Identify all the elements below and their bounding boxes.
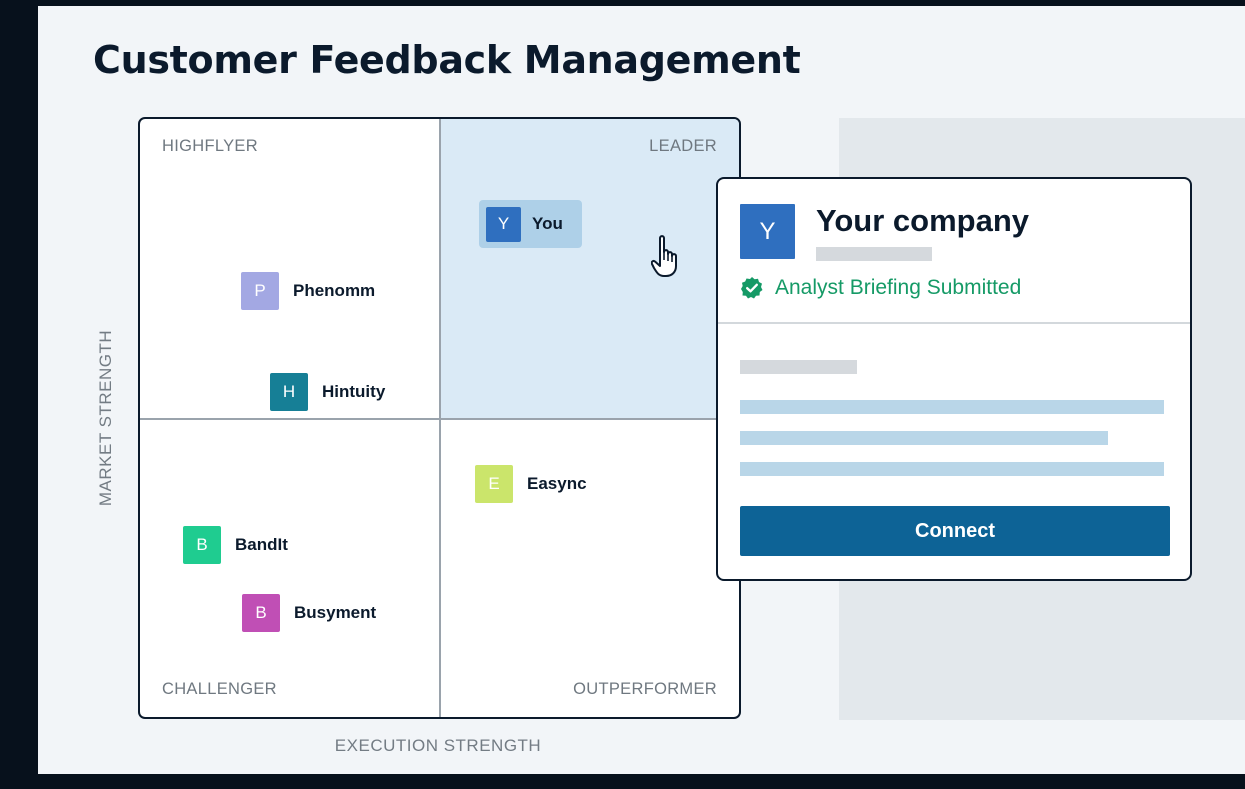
text-line-placeholder	[740, 400, 1164, 414]
company-card: Y Your company Analyst Briefing Submitte…	[716, 177, 1192, 581]
quadrant-label-outperformer: OUTPERFORMER	[573, 680, 717, 698]
status-text: Analyst Briefing Submitted	[775, 276, 1022, 299]
vendor-badge: P	[241, 272, 279, 310]
quadrant-label-highflyer: HIGHFLYER	[162, 137, 258, 155]
quadrant-outperformer	[440, 418, 740, 717]
vendor-badge: H	[270, 373, 308, 411]
horizontal-divider	[140, 418, 739, 420]
vendor-you-chip[interactable]: Y You	[479, 200, 582, 248]
canvas: Customer Feedback Management MARKET STRE…	[38, 6, 1245, 774]
vendor-name: Busyment	[294, 603, 377, 622]
vendor-badge: E	[475, 465, 513, 503]
verified-check-icon	[741, 277, 763, 299]
connect-button[interactable]: Connect	[740, 506, 1170, 556]
briefing-status: Analyst Briefing Submitted	[740, 276, 1021, 300]
quadrant-label-challenger: CHALLENGER	[162, 680, 277, 698]
hand-pointer-icon	[651, 235, 677, 277]
vendor-bandit[interactable]: B BandIt	[183, 526, 288, 564]
vendor-name: BandIt	[235, 535, 288, 554]
card-divider	[718, 322, 1190, 324]
vendor-name: Hintuity	[322, 382, 386, 401]
quadrant-grid: HIGHFLYER LEADER CHALLENGER OUTPERFORMER…	[138, 117, 741, 719]
vendor-easync[interactable]: E Easync	[475, 465, 587, 503]
vendor-hintuity[interactable]: H Hintuity	[270, 373, 385, 411]
text-line-placeholder	[740, 431, 1108, 445]
vendor-busyment[interactable]: B Busyment	[242, 594, 376, 632]
text-line-placeholder	[740, 462, 1164, 476]
x-axis-label: EXECUTION STRENGTH	[334, 736, 542, 755]
quadrant-label-leader: LEADER	[649, 137, 717, 155]
vendor-name: Phenomm	[293, 281, 376, 300]
you-badge: Y	[486, 206, 521, 242]
vendor-name: Easync	[527, 474, 587, 493]
y-axis-label: MARKET STRENGTH	[96, 329, 115, 507]
vendor-badge: B	[183, 526, 221, 564]
heading-placeholder	[740, 360, 857, 374]
subtitle-placeholder	[816, 247, 932, 261]
company-badge: Y	[740, 204, 795, 259]
vendor-phenomm[interactable]: P Phenomm	[241, 272, 375, 310]
company-name: Your company	[816, 203, 1030, 238]
you-name: You	[532, 214, 563, 233]
vendor-badge: B	[242, 594, 280, 632]
page-title: Customer Feedback Management	[93, 38, 801, 82]
quadrant-challenger	[140, 418, 440, 717]
quadrant-leader	[439, 119, 739, 418]
